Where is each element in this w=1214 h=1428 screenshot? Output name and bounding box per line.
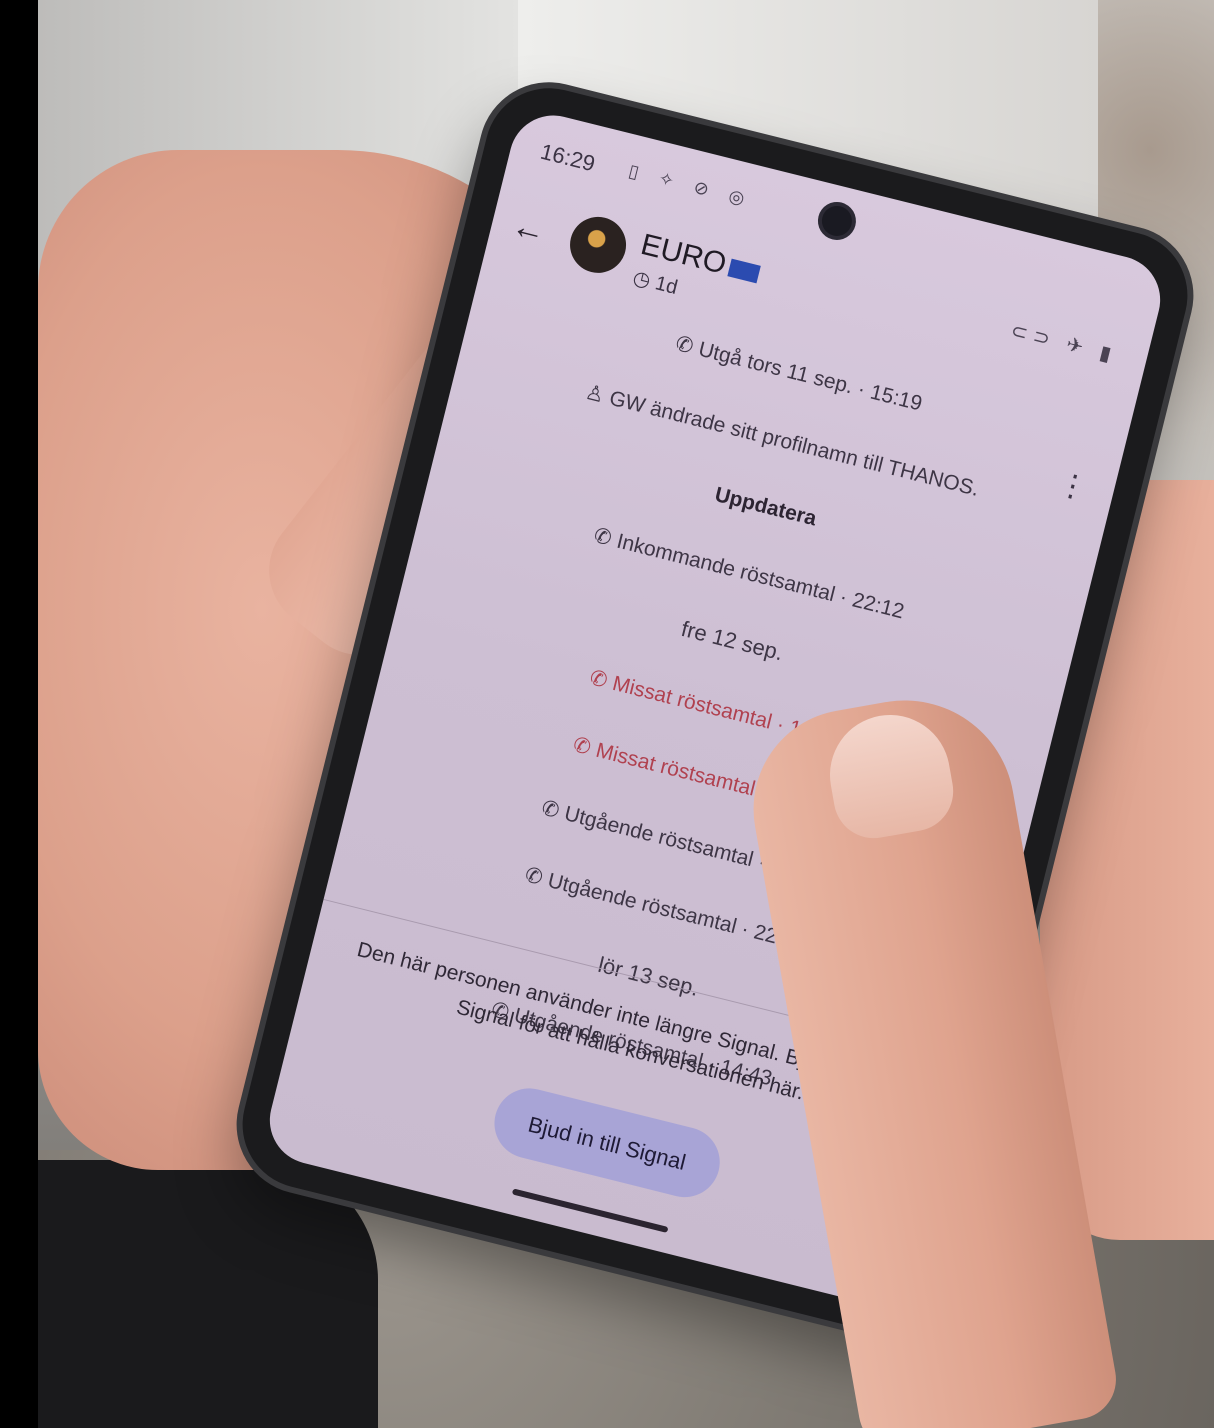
disappearing-timer: ◷ 1d <box>630 265 680 300</box>
home-indicator[interactable] <box>511 1188 669 1233</box>
timer-icon: ◷ <box>630 266 653 293</box>
black-border <box>0 0 38 1428</box>
phone-icon: ✆ <box>591 523 615 551</box>
phone-icon: ✆ <box>570 733 594 760</box>
timer-value: 1d <box>652 272 680 299</box>
phone-icon: ✆ <box>522 863 546 890</box>
invite-to-signal-button[interactable]: Bjud in till Signal <box>487 1080 728 1205</box>
phone-icon: ✆ <box>539 796 562 823</box>
status-time: 16:29 <box>538 138 598 177</box>
jacket-sleeve <box>38 1160 378 1428</box>
photo-scene: 16:29 ▯ ✧ ⊘ ◎ ⊂⊃ ✈ ▮ ← EURO ◷ 1d ⋮ ✆Utgå… <box>0 0 1214 1428</box>
phone-icon: ✆ <box>587 666 610 693</box>
contact-avatar[interactable] <box>564 210 632 279</box>
person-icon: ♙ <box>582 380 607 408</box>
back-arrow-icon[interactable]: ← <box>508 206 550 252</box>
phone-icon: ✆ <box>673 332 696 359</box>
eu-flag-icon <box>727 258 761 284</box>
status-icons: ▯ ✧ ⊘ ◎ <box>626 160 755 211</box>
